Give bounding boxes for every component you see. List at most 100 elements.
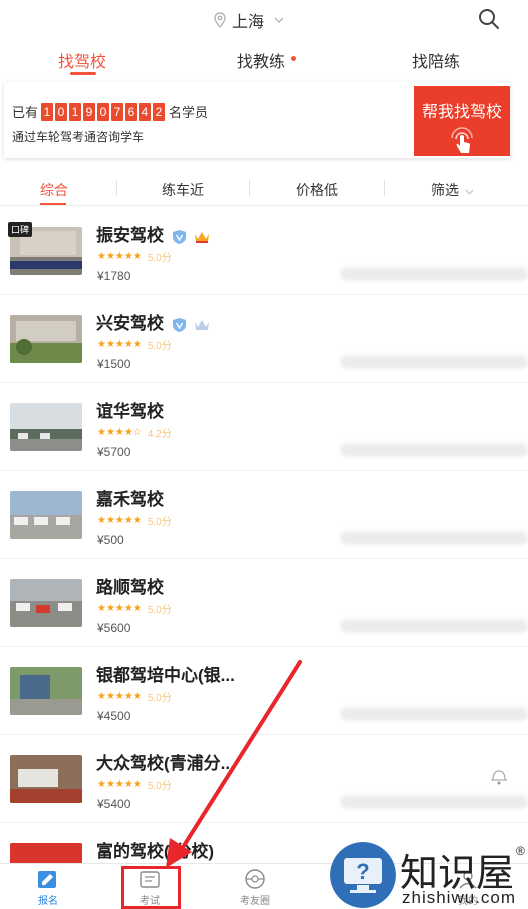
school-list: 口碑 振安驾校 ★★★★★ 5.0分 ¥1780 兴安驾校 ★★★★★ 5.0分 xyxy=(0,207,528,909)
count-digit: 1 xyxy=(41,102,54,121)
filter-button[interactable]: 筛选 xyxy=(431,180,474,200)
rating-score: 5.0分 xyxy=(147,693,172,704)
divider xyxy=(249,180,250,196)
star-rating: ★★★★★ xyxy=(97,339,142,350)
rating: ★★★★★ 5.0分 xyxy=(97,513,172,528)
school-name-row: 振安驾校 xyxy=(96,221,210,246)
school-name: 兴安驾校 xyxy=(96,314,164,333)
list-item[interactable]: 银都驾培中心(银... ★★★★★ 5.0分 ¥4500 xyxy=(0,647,528,735)
rating: ★★★★★ 5.0分 xyxy=(97,689,172,704)
price: ¥500 xyxy=(97,533,124,547)
blurred-distance xyxy=(340,443,528,457)
active-tab-indicator xyxy=(70,72,96,75)
price: ¥5600 xyxy=(97,621,131,635)
notification-dot xyxy=(291,56,296,61)
steering-wheel-icon xyxy=(245,869,265,889)
rating-score: 5.0分 xyxy=(147,781,172,792)
list-item[interactable]: 嘉禾驾校 ★★★★★ 5.0分 ¥500 xyxy=(0,471,528,559)
tab-find-coach[interactable]: 找教练 xyxy=(237,48,285,72)
school-photo xyxy=(10,755,82,803)
tab-find-companion[interactable]: 找陪练 xyxy=(412,48,460,72)
rating-score: 5.0分 xyxy=(147,253,172,264)
blurred-distance xyxy=(340,707,528,721)
count-digit: 6 xyxy=(125,102,138,121)
help-monitor-icon: ? xyxy=(330,842,396,908)
blurred-distance xyxy=(340,795,528,809)
star-rating: ★★★★★ xyxy=(97,779,142,790)
list-item[interactable]: 兴安驾校 ★★★★★ 5.0分 ¥1500 xyxy=(0,295,528,383)
star-rating: ★★★★★ xyxy=(97,603,142,614)
svg-text:?: ? xyxy=(356,859,369,884)
school-name: 嘉禾驾校 xyxy=(96,490,164,509)
city-label: 上海 xyxy=(232,14,265,31)
school-photo xyxy=(10,667,82,715)
price: ¥4500 xyxy=(97,709,131,723)
banner-subtitle: 通过车轮驾考通咨询学车 xyxy=(12,130,145,144)
count-digit: 4 xyxy=(139,102,152,121)
student-count: 已有 1 0 1 9 0 7 6 4 2 名学员 xyxy=(12,102,208,121)
count-digit: 0 xyxy=(97,102,110,121)
blurred-distance xyxy=(340,619,528,633)
main-tabs: 找驾校 找教练 找陪练 xyxy=(0,40,528,78)
tab-find-school[interactable]: 找驾校 xyxy=(58,48,106,72)
sort-overall[interactable]: 综合 xyxy=(40,180,68,200)
count-suffix: 名学员 xyxy=(169,105,209,120)
school-name-row: 兴安驾校 xyxy=(96,309,210,334)
sort-nearby[interactable]: 练车近 xyxy=(162,180,204,200)
rating: ★★★★★ 5.0分 xyxy=(97,777,172,792)
nav-signup[interactable]: 报名 xyxy=(36,868,60,907)
count-digit: 0 xyxy=(55,102,68,121)
help-find-school-button[interactable]: 帮我找驾校 xyxy=(414,86,510,156)
star-rating: ★★★★☆ xyxy=(97,427,142,438)
registered-mark: ® xyxy=(516,844,525,858)
nav-community[interactable]: 考友圈 xyxy=(240,868,270,907)
school-name: 大众驾校(青浦分... xyxy=(96,754,235,773)
rating-score: 5.0分 xyxy=(147,341,172,352)
rating: ★★★★★ 5.0分 xyxy=(97,337,172,352)
chevron-down-icon xyxy=(274,17,284,23)
help-button-label: 帮我找驾校 xyxy=(421,104,502,121)
school-name: 振安驾校 xyxy=(96,226,164,245)
school-photo xyxy=(10,315,82,363)
nav-label: 考友圈 xyxy=(240,896,270,907)
sort-filter-bar: 综合 练车近 价格低 筛选 xyxy=(0,170,528,206)
school-name: 银都驾培中心(银... xyxy=(96,666,235,685)
rating-score: 5.0分 xyxy=(147,517,172,528)
star-rating: ★★★★★ xyxy=(97,515,142,526)
bell-icon[interactable] xyxy=(488,765,510,787)
filter-label: 筛选 xyxy=(431,182,459,198)
count-prefix: 已有 xyxy=(12,105,39,120)
price: ¥5700 xyxy=(97,445,131,459)
count-digit: 9 xyxy=(83,102,96,121)
city-selector[interactable]: 上海 xyxy=(214,8,284,32)
list-item[interactable]: 谊华驾校 ★★★★☆ 4.2分 ¥5700 xyxy=(0,383,528,471)
signup-icon xyxy=(38,871,56,888)
star-rating: ★★★★★ xyxy=(97,251,142,262)
search-icon[interactable] xyxy=(478,8,500,30)
school-photo xyxy=(10,403,82,451)
reputation-tag: 口碑 xyxy=(8,222,33,237)
student-count-banner: 已有 1 0 1 9 0 7 6 4 2 名学员 通过车轮驾考通咨询学车 帮我找… xyxy=(4,82,510,158)
list-item[interactable]: 路顺驾校 ★★★★★ 5.0分 ¥5600 xyxy=(0,559,528,647)
blurred-distance xyxy=(340,267,528,281)
divider xyxy=(116,180,117,196)
list-item[interactable]: 大众驾校(青浦分... ★★★★★ 5.0分 ¥5400 xyxy=(0,735,528,823)
gold-crown-icon xyxy=(195,231,210,243)
count-digit: 1 xyxy=(69,102,82,121)
location-pin-icon xyxy=(214,12,226,28)
blurred-distance xyxy=(340,355,528,369)
sort-price[interactable]: 价格低 xyxy=(296,180,338,200)
price: ¥1500 xyxy=(97,357,131,371)
annotation-highlight-box xyxy=(121,866,181,909)
price: ¥1780 xyxy=(97,269,131,283)
count-digit: 2 xyxy=(153,102,166,121)
verified-badge-icon xyxy=(172,317,186,332)
school-name: 谊华驾校 xyxy=(96,402,164,421)
count-digit: 7 xyxy=(111,102,124,121)
silver-crown-icon xyxy=(195,319,210,330)
list-item[interactable]: 口碑 振安驾校 ★★★★★ 5.0分 ¥1780 xyxy=(0,207,528,295)
rating: ★★★★☆ 4.2分 xyxy=(97,425,172,440)
divider xyxy=(384,180,385,196)
school-photo xyxy=(10,579,82,627)
school-name: 富的驾校( 分校) xyxy=(96,842,215,861)
